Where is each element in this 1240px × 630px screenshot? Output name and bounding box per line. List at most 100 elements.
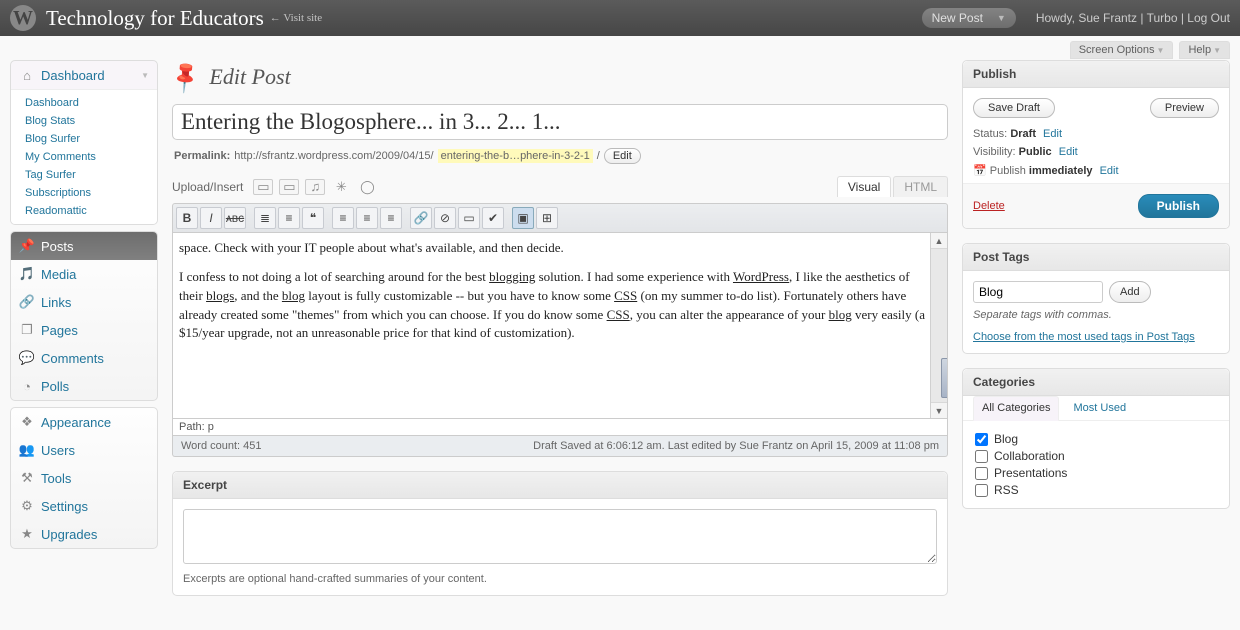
add-poll-icon[interactable]: ◯ [357, 179, 377, 195]
scrollbar-thumb[interactable] [941, 358, 948, 398]
admin-menu: ⌂ Dashboard ▼ Dashboard Blog Stats Blog … [10, 60, 158, 610]
categories-heading: Categories [963, 369, 1229, 396]
media-icon: 🎵 [19, 266, 35, 282]
menu-settings[interactable]: ⚙Settings [11, 492, 157, 520]
ol-button[interactable]: ≡ [278, 207, 300, 229]
add-audio-icon[interactable]: ♫ [305, 179, 325, 195]
menu-posts[interactable]: 📌Posts [11, 232, 157, 260]
tab-html[interactable]: HTML [893, 176, 948, 197]
menu-pages[interactable]: ❐Pages [11, 316, 157, 344]
delete-link[interactable]: Delete [973, 200, 1005, 212]
publish-date-row: 📅 Publish immediately Edit [973, 164, 1219, 177]
tab-all-categories[interactable]: All Categories [973, 396, 1059, 421]
new-post-button[interactable]: New Post ▼ [922, 8, 1016, 28]
save-draft-button[interactable]: Save Draft [973, 98, 1055, 118]
submenu-readomattic[interactable]: Readomattic [11, 202, 157, 220]
menu-upgrades[interactable]: ★Upgrades [11, 520, 157, 548]
menu-tools[interactable]: ⚒Tools [11, 464, 157, 492]
user-info: Howdy, Sue Frantz | Turbo | Log Out [1036, 11, 1230, 25]
visit-site-link[interactable]: ← Visit site [270, 12, 322, 24]
turbo-link[interactable]: Turbo [1147, 11, 1178, 25]
align-center-button[interactable]: ≡ [356, 207, 378, 229]
add-media-icon[interactable]: ✳ [331, 179, 351, 195]
menu-appearance[interactable]: ❖Appearance [11, 408, 157, 436]
menu-media[interactable]: 🎵Media [11, 260, 157, 288]
dropdown-arrow-icon[interactable]: ▼ [997, 13, 1006, 23]
comment-icon: 💬 [19, 350, 35, 366]
scroll-down-icon[interactable]: ▼ [931, 402, 947, 418]
add-video-icon[interactable]: ▭ [279, 179, 299, 195]
status-row: Status: Draft Edit [973, 128, 1219, 140]
editor-scrollbar[interactable]: ▲ ▼ [930, 233, 947, 418]
kitchensink-button[interactable]: ⊞ [536, 207, 558, 229]
submenu-my-comments[interactable]: My Comments [11, 148, 157, 166]
align-left-button[interactable]: ≡ [332, 207, 354, 229]
sub-header: Screen Options▼ Help▼ [0, 36, 1240, 60]
menu-links[interactable]: 🔗Links [11, 288, 157, 316]
fullscreen-button[interactable]: ▣ [512, 207, 534, 229]
pushpin-icon: 📌 [167, 58, 205, 96]
settings-icon: ⚙ [19, 498, 35, 514]
align-right-button[interactable]: ≡ [380, 207, 402, 229]
tab-visual[interactable]: Visual [837, 176, 891, 197]
editor-content[interactable]: space. Check with your IT people about w… [173, 233, 947, 418]
wordpress-logo-icon[interactable]: W [10, 5, 36, 31]
permalink-row: Permalink: http://sfrantz.wordpress.com/… [174, 148, 948, 164]
ul-button[interactable]: ≣ [254, 207, 276, 229]
collapse-arrow-icon[interactable]: ▼ [141, 71, 149, 80]
publish-date-edit-link[interactable]: Edit [1100, 165, 1119, 177]
scroll-up-icon[interactable]: ▲ [931, 233, 947, 249]
permalink-slug[interactable]: entering-the-b…phere-in-3-2-1 [438, 149, 593, 163]
user-link[interactable]: Sue Frantz [1078, 11, 1137, 25]
logout-link[interactable]: Log Out [1187, 11, 1230, 25]
menu-dashboard[interactable]: ⌂ Dashboard ▼ [11, 61, 157, 89]
excerpt-hint: Excerpts are optional hand-crafted summa… [183, 573, 487, 585]
spellcheck-button[interactable]: ✔ [482, 207, 504, 229]
link-button[interactable]: 🔗 [410, 207, 432, 229]
editor-path: Path: p [172, 419, 948, 436]
bold-button[interactable]: B [176, 207, 198, 229]
status-edit-link[interactable]: Edit [1043, 128, 1062, 140]
menu-comments[interactable]: 💬Comments [11, 344, 157, 372]
link-icon: 🔗 [19, 294, 35, 310]
category-collaboration[interactable]: Collaboration [975, 449, 1217, 463]
excerpt-textarea[interactable] [183, 509, 937, 564]
submenu-blog-surfer[interactable]: Blog Surfer [11, 130, 157, 148]
pin-icon: 📌 [19, 238, 35, 254]
category-list: Blog Collaboration Presentations RSS [963, 421, 1229, 508]
italic-button[interactable]: I [200, 207, 222, 229]
menu-users[interactable]: 👥Users [11, 436, 157, 464]
add-image-icon[interactable]: ▭ [253, 179, 273, 195]
post-title-box [172, 104, 948, 140]
screen-options-tab[interactable]: Screen Options▼ [1070, 41, 1174, 59]
site-title[interactable]: Technology for Educators [46, 6, 264, 31]
blockquote-button[interactable]: ❝ [302, 207, 324, 229]
choose-tags-link[interactable]: Choose from the most used tags in Post T… [973, 331, 1195, 343]
admin-header: W Technology for Educators ← Visit site … [0, 0, 1240, 36]
category-blog[interactable]: Blog [975, 432, 1217, 446]
submenu-subscriptions[interactable]: Subscriptions [11, 184, 157, 202]
tab-most-used[interactable]: Most Used [1073, 396, 1126, 420]
submenu-tag-surfer[interactable]: Tag Surfer [11, 166, 157, 184]
submenu-blog-stats[interactable]: Blog Stats [11, 112, 157, 130]
tags-box: Post Tags Add Separate tags with commas.… [962, 243, 1230, 354]
submenu-dashboard[interactable]: Dashboard [11, 94, 157, 112]
strikethrough-button[interactable]: ᴀʙᴄ [224, 207, 246, 229]
permalink-edit-button[interactable]: Edit [604, 148, 641, 164]
editor-body: space. Check with your IT people about w… [172, 233, 948, 419]
preview-button[interactable]: Preview [1150, 98, 1219, 118]
publish-button[interactable]: Publish [1138, 194, 1219, 218]
category-rss[interactable]: RSS [975, 483, 1217, 497]
poll-icon: ◔ [19, 378, 35, 394]
post-title-input[interactable] [181, 109, 939, 135]
unlink-button[interactable]: ⊘ [434, 207, 456, 229]
menu-polls[interactable]: ◔Polls [11, 372, 157, 400]
category-presentations[interactable]: Presentations [975, 466, 1217, 480]
publish-box: Publish Save Draft Preview Status: Draft… [962, 60, 1230, 229]
tag-input[interactable] [973, 281, 1103, 303]
help-tab[interactable]: Help▼ [1179, 41, 1230, 59]
add-tag-button[interactable]: Add [1109, 281, 1151, 303]
more-button[interactable]: ▭ [458, 207, 480, 229]
editor-status: Word count: 451 Draft Saved at 6:06:12 a… [172, 436, 948, 457]
visibility-edit-link[interactable]: Edit [1059, 146, 1078, 158]
